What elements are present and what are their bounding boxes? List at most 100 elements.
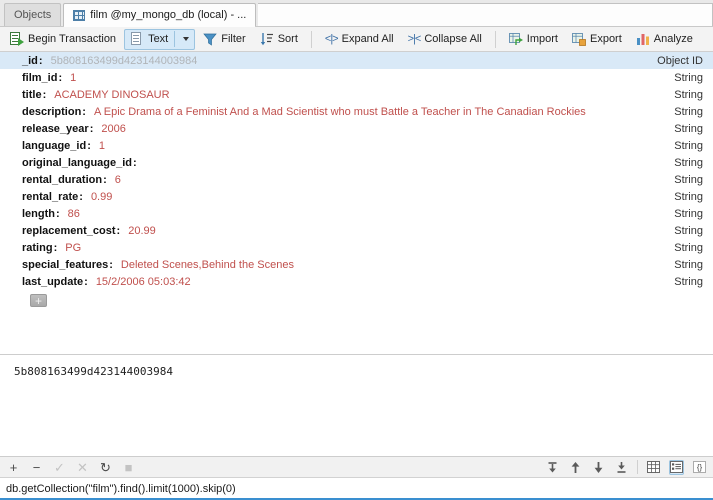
bar-chart-icon <box>636 32 650 46</box>
expand-all-icon: <|> <box>324 33 339 45</box>
field-colon: : <box>58 71 63 84</box>
cancel-button[interactable]: ✕ <box>75 460 90 475</box>
text-mode-label: Text <box>148 33 169 45</box>
tree-view-button[interactable] <box>669 459 684 475</box>
field-value[interactable]: 0.99 <box>91 191 112 203</box>
import-icon <box>508 32 523 46</box>
document-field-row[interactable]: _id:5b808163499d423144003984 Object ID <box>0 52 713 69</box>
field-value[interactable]: A Epic Drama of a Feminist And a Mad Sci… <box>94 106 586 118</box>
next-record-button[interactable] <box>591 460 606 475</box>
field-value[interactable]: ACADEMY DINOSAUR <box>54 89 169 101</box>
previous-record-button[interactable] <box>568 460 583 475</box>
dropdown-divider <box>174 31 176 47</box>
field-colon: : <box>53 241 58 254</box>
expand-all-label: Expand All <box>341 33 394 45</box>
analyze-label: Analyze <box>653 33 693 45</box>
sort-label: Sort <box>277 33 298 45</box>
value-viewer[interactable]: 5b808163499d423144003984 <box>0 355 713 457</box>
last-record-button[interactable] <box>614 460 629 475</box>
document-field-row[interactable]: special_features: Deleted Scenes,Behind t… <box>0 256 713 273</box>
document-field-row[interactable]: rental_rate:0.99 String <box>0 188 713 205</box>
export-button[interactable]: Export <box>566 29 628 50</box>
field-value[interactable]: Deleted Scenes,Behind the Scenes <box>121 259 294 271</box>
field-key: rating <box>22 241 53 254</box>
analyze-button[interactable]: Analyze <box>630 29 699 50</box>
document-text-icon <box>130 32 144 46</box>
field-key: replacement_cost <box>22 224 116 237</box>
field-value[interactable]: 2006 <box>101 123 125 135</box>
field-type: String <box>674 139 703 152</box>
field-value[interactable]: 86 <box>68 208 80 220</box>
document-field-row[interactable]: title: ACADEMY DINOSAUR String <box>0 86 713 103</box>
export-icon <box>572 32 586 46</box>
field-value[interactable]: 5b808163499d423144003984 <box>51 55 198 67</box>
add-record-button[interactable]: + <box>6 460 21 475</box>
main-toolbar: Begin Transaction Text Filter Sort <|> E… <box>0 27 713 52</box>
field-key: special_features <box>22 258 109 271</box>
collapse-all-button[interactable]: >|< Collapse All <box>402 29 488 50</box>
field-value[interactable]: 15/2/2006 05:03:42 <box>96 276 191 288</box>
document-field-row[interactable]: rating: PG String <box>0 239 713 256</box>
field-colon: : <box>89 122 94 135</box>
field-value[interactable]: 6 <box>115 174 121 186</box>
grid-view-button[interactable] <box>646 460 661 475</box>
first-record-button[interactable] <box>545 460 560 475</box>
document-field-row[interactable]: last_update:15/2/2006 05:03:42 String <box>0 273 713 290</box>
import-button[interactable]: Import <box>503 29 564 50</box>
field-key: length <box>22 207 55 220</box>
tab-film-collection-label: film @my_mongo_db (local) - ... <box>90 9 247 21</box>
tab-film-collection[interactable]: film @my_mongo_db (local) - ... <box>63 3 257 27</box>
svg-text:{}: {} <box>697 463 703 472</box>
document-field-row[interactable]: replacement_cost:20.99 String <box>0 222 713 239</box>
document-tree[interactable]: _id:5b808163499d423144003984 Object ID fil… <box>0 52 713 355</box>
record-toolbar: + − ✓ ✕ ↻ ■ {} <box>0 457 713 478</box>
field-type: String <box>674 156 703 169</box>
chevron-down-icon[interactable] <box>183 37 190 41</box>
tab-objects[interactable]: Objects <box>4 3 62 26</box>
stop-button[interactable]: ■ <box>121 460 136 475</box>
field-value[interactable]: PG <box>65 242 81 254</box>
field-value[interactable]: 1 <box>70 72 76 84</box>
add-field-button[interactable]: + <box>30 294 47 307</box>
document-field-row[interactable]: length:86 String <box>0 205 713 222</box>
field-colon: : <box>84 275 88 288</box>
field-colon: : <box>87 139 91 152</box>
funnel-icon <box>203 32 217 46</box>
tab-objects-label: Objects <box>14 9 52 21</box>
field-type: String <box>674 190 703 203</box>
field-key: original_language_id <box>22 156 133 169</box>
document-field-row[interactable]: film_id:1 String <box>0 69 713 86</box>
field-value[interactable]: 1 <box>99 140 105 152</box>
field-colon: : <box>116 224 121 237</box>
field-colon: : <box>56 207 60 220</box>
json-view-button[interactable]: {} <box>692 460 707 475</box>
filter-button[interactable]: Filter <box>197 29 251 50</box>
document-field-row[interactable]: description: A Epic Drama of a Feminist A… <box>0 103 713 120</box>
tab-bar-filler <box>258 3 713 26</box>
table-icon <box>73 9 86 21</box>
field-type: String <box>674 224 703 237</box>
document-field-row[interactable]: original_language_id: String <box>0 154 713 171</box>
confirm-button[interactable]: ✓ <box>52 460 67 475</box>
sort-button[interactable]: Sort <box>254 29 304 50</box>
field-key: film_id <box>22 71 58 84</box>
expand-all-button[interactable]: <|> Expand All <box>319 29 400 50</box>
document-field-row[interactable]: language_id:1 String <box>0 137 713 154</box>
query-bar[interactable]: db.getCollection("film").find().limit(10… <box>0 478 713 500</box>
field-colon: : <box>38 54 43 67</box>
refresh-button[interactable]: ↻ <box>98 460 113 475</box>
begin-transaction-button[interactable]: Begin Transaction <box>4 29 122 50</box>
field-type: String <box>674 173 703 186</box>
document-field-row[interactable]: rental_duration:6 String <box>0 171 713 188</box>
field-key: _id <box>22 54 38 67</box>
field-key: rental_rate <box>22 190 79 203</box>
text-mode-button[interactable]: Text <box>124 28 196 50</box>
field-key: language_id <box>22 139 87 152</box>
document-field-row[interactable]: release_year:2006 String <box>0 120 713 137</box>
toolbar-separator-1 <box>310 30 312 48</box>
sort-icon <box>260 32 274 46</box>
field-key: last_update <box>22 275 84 288</box>
transaction-icon <box>10 32 24 46</box>
remove-record-button[interactable]: − <box>29 460 44 475</box>
field-value[interactable]: 20.99 <box>128 225 156 237</box>
